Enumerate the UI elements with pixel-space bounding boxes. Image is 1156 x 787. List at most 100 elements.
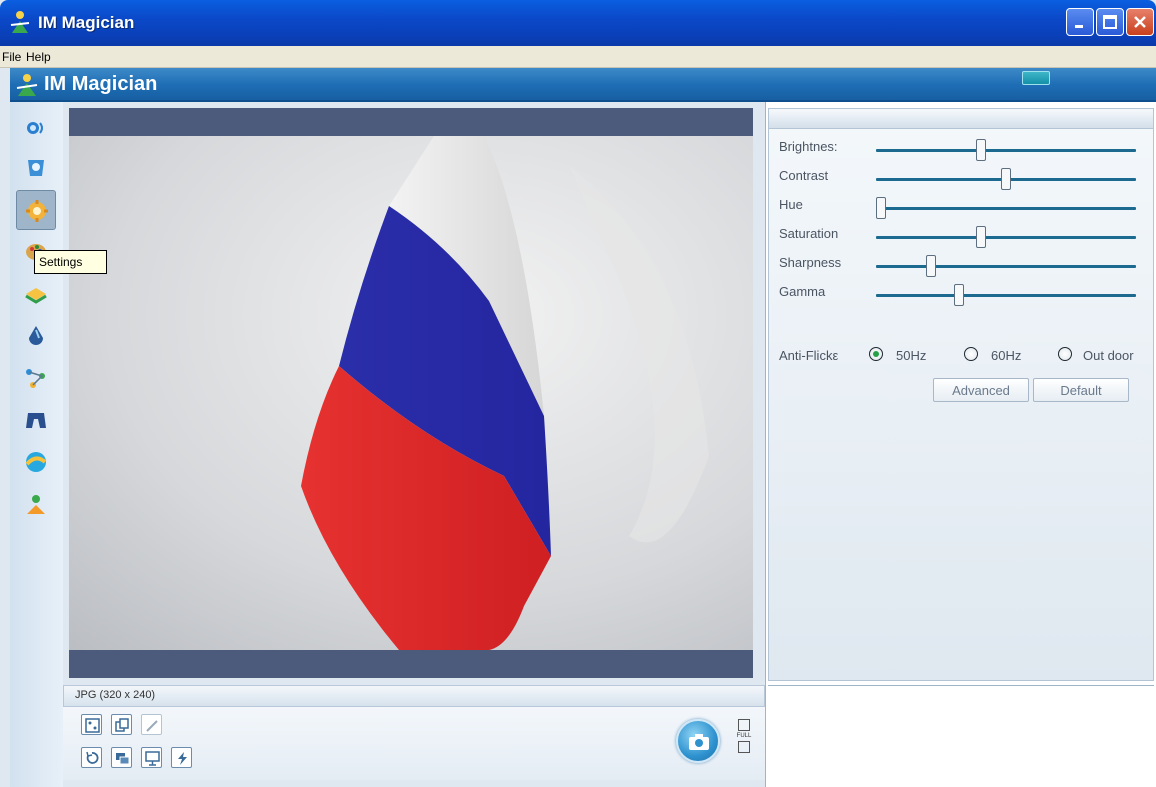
slider-row-brightness: Brightnes: [779,139,1151,161]
maximize-button[interactable] [1096,8,1124,36]
flash-icon [178,752,187,765]
settings-icon [26,200,48,222]
close-icon [1134,16,1146,28]
radio-60hz-label[interactable]: 60Hz [991,348,1021,363]
drop-icon [29,326,43,345]
app-name: IM Magician [44,73,158,95]
radio-50hz-label[interactable]: 50Hz [896,348,926,363]
fullscreen-button[interactable]: FULL [733,719,755,771]
expand-width-icon [738,741,750,753]
full-label: FULL [736,733,752,739]
format-status-bar: JPG (320 x 240) [63,685,765,707]
window-title: IM Magician [38,13,135,32]
sidebar-item-webcam[interactable] [16,108,56,148]
copy-icon [115,718,129,732]
sharpness-slider[interactable] [876,265,1136,268]
anti-flicker-label: Anti-Flickε [779,348,839,363]
header-mini-button[interactable] [1022,71,1050,85]
network-icon [26,369,45,388]
hue-slider[interactable] [876,207,1136,210]
flash-button[interactable] [171,747,192,768]
frames-icon [25,288,47,304]
monitor-icon [145,751,160,766]
slider-row-hue: Hue [779,197,1151,219]
sidebar-item-effects[interactable] [16,148,56,188]
sidebar-item-globe[interactable] [16,442,56,482]
user-icon [27,495,45,514]
sharpness-label: Sharpness [779,255,842,270]
snapshot-button[interactable] [676,719,720,763]
format-label: JPG (320 x 240) [75,689,156,701]
video-preview-area [63,102,765,685]
default-button[interactable]: Default [1033,378,1129,402]
close-button[interactable] [1126,8,1154,36]
anti-flicker-group: Anti-Flickε 50Hz 60Hz Out door [779,346,1151,366]
grid-icon [85,718,100,733]
advanced-button[interactable]: Advanced [933,378,1029,402]
saturation-thumb[interactable] [976,226,986,248]
camera-icon [689,734,709,750]
pencil-button[interactable] [141,714,162,735]
radio-50hz[interactable] [869,347,883,361]
sidebar-item-network[interactable] [16,358,56,398]
globe-icon [25,452,47,472]
sidebar-item-drop[interactable] [16,316,56,356]
contrast-label: Contrast [779,168,829,183]
grid-button[interactable] [81,714,102,735]
menu-help[interactable]: Help [26,50,51,64]
effects-icon [28,160,44,176]
gamma-label: Gamma [779,284,826,299]
windows-icon [116,753,130,765]
sidebar-item-gamepad[interactable] [16,400,56,440]
app-header: IM Magician [10,68,1156,102]
settings-tooltip: Settings [34,250,107,274]
app-logo-icon [10,11,30,33]
menu-file[interactable]: File [2,50,21,64]
brightness-slider[interactable] [876,149,1136,152]
slider-row-saturation: Saturation [779,226,1151,248]
title-bar: IM Magician [0,0,1156,46]
sharpness-thumb[interactable] [926,255,936,277]
slider-row-contrast: Contrast [779,168,1151,190]
brightness-thumb[interactable] [976,139,986,161]
rotate-icon [86,751,99,764]
rotate-button[interactable] [81,747,102,768]
app-window: IM Magician File Help IM Magician Settin… [0,0,1156,787]
camera-preview [69,136,753,650]
slider-row-sharpness: Sharpness [779,255,1151,277]
app-logo-icon [16,74,38,96]
gamma-slider[interactable] [876,294,1136,297]
windows-button[interactable] [111,747,132,768]
expand-up-icon [738,719,750,731]
contrast-thumb[interactable] [1001,168,1011,190]
sidebar-item-settings[interactable] [16,190,56,230]
gamma-thumb[interactable] [953,284,964,306]
capture-toolbar: FULL [63,707,765,780]
camera-image [69,136,753,650]
video-bottom-letterbox [69,650,753,678]
brightness-label: Brightnes: [779,139,838,154]
settings-panel-header [769,109,1153,129]
maximize-icon [1103,15,1117,29]
sidebar-item-frames[interactable] [16,274,56,314]
radio-60hz[interactable] [964,347,978,361]
slider-row-gamma: Gamma [779,284,1151,306]
minimize-button[interactable] [1066,8,1094,36]
hue-label: Hue [779,197,803,212]
radio-outdoor-label[interactable]: Out door [1083,348,1134,363]
gamepad-icon [26,413,46,428]
webcam-icon [27,122,43,134]
camera-settings-panel: Brightnes: Contrast Hue Saturation Sharp [768,108,1154,681]
video-top-letterbox [69,108,753,136]
saturation-slider[interactable] [876,236,1136,239]
minimize-icon [1075,25,1083,28]
monitor-button[interactable] [141,747,162,768]
radio-outdoor[interactable] [1058,347,1072,361]
pencil-icon [146,720,158,732]
hue-thumb[interactable] [876,197,886,219]
left-sidebar [10,102,63,787]
sidebar-item-user[interactable] [16,484,56,524]
copy-button[interactable] [111,714,132,735]
menu-bar: File Help [0,46,1156,68]
lower-info-panel [768,685,1154,782]
